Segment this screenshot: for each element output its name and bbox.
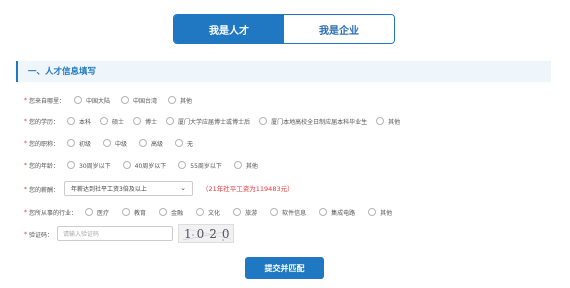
radio-circle[interactable] [196, 208, 205, 216]
radio-industry-other[interactable]: 其他 [368, 208, 392, 217]
radio-circle[interactable] [139, 139, 148, 147]
radio-industry-finance[interactable]: 金融 [159, 208, 183, 217]
radio-circle[interactable] [376, 117, 385, 125]
radio-edu-master[interactable]: 硕士 [100, 117, 124, 126]
captcha-code: 1020 [184, 227, 235, 241]
radio-circle[interactable] [233, 208, 242, 216]
radio-circle[interactable] [122, 208, 131, 216]
radio-circle[interactable] [259, 117, 268, 125]
radio-industry-software[interactable]: 软件信息 [270, 208, 306, 217]
radio-industry-tourism[interactable]: 旅游 [233, 208, 257, 217]
radio-edu-phd[interactable]: 博士 [133, 117, 157, 126]
radio-title-mid[interactable]: 中级 [103, 139, 127, 148]
origin-options: 中国大陆 中国台湾 其他 [74, 96, 200, 105]
radio-circle[interactable] [74, 96, 82, 104]
radio-industry-ic[interactable]: 集成电路 [319, 208, 355, 217]
salary-select[interactable]: 年薪达到社平工资3倍及以上 ⌄ [64, 181, 193, 196]
industry-options: 医疗 教育 金融 文化 旅游 软件信息 集成电路 其他 [85, 208, 400, 217]
radio-circle[interactable] [103, 139, 112, 147]
industry-label: * 您所从事的行业： [24, 208, 78, 217]
tab-enterprise[interactable]: 我是企业 [284, 15, 394, 43]
captcha-label: * 验证码： [24, 230, 54, 239]
radio-edu-local-grad[interactable]: 厦门本地高校全日制应届本科毕业生 [259, 117, 367, 126]
title-label: * 您的职称： [24, 139, 60, 148]
radio-circle[interactable] [121, 96, 130, 104]
radio-edu-other[interactable]: 其他 [376, 117, 400, 126]
radio-title-senior[interactable]: 高级 [139, 139, 163, 148]
age-options: 30周岁以下 40周岁以下 55周岁以下 其他 [67, 161, 266, 170]
salary-select-value: 年薪达到社平工资3倍及以上 [71, 186, 147, 193]
radio-origin-taiwan[interactable]: 中国台湾 [121, 96, 157, 105]
radio-circle[interactable] [175, 139, 184, 147]
education-label: * 您的学历： [24, 117, 60, 126]
radio-origin-mainland[interactable]: 中国大陆 [74, 96, 110, 105]
section-title: 一、人才信息填写 [28, 67, 97, 77]
radio-circle[interactable] [67, 117, 75, 125]
radio-circle[interactable] [168, 96, 177, 104]
user-type-tabs: 我是人才 我是企业 [173, 14, 395, 44]
title-options: 初级 中级 高级 无 [67, 139, 201, 148]
section-accent-bar [16, 61, 18, 82]
radio-circle[interactable] [67, 139, 75, 147]
radio-age-30[interactable]: 30周岁以下 [67, 161, 111, 170]
radio-industry-education[interactable]: 教育 [122, 208, 146, 217]
age-label: * 您的年龄： [24, 161, 60, 170]
captcha-image[interactable]: 1020 [178, 224, 234, 243]
radio-circle[interactable] [122, 161, 131, 169]
radio-circle[interactable] [133, 117, 142, 125]
submit-button[interactable]: 提交并匹配 [245, 257, 324, 279]
salary-note: （21年社平工资为119483元） [202, 185, 294, 193]
radio-edu-bachelor[interactable]: 本科 [67, 117, 91, 126]
radio-circle[interactable] [166, 117, 175, 125]
radio-origin-other[interactable]: 其他 [168, 96, 192, 105]
radio-age-55[interactable]: 55周岁以下 [178, 161, 222, 170]
radio-age-other[interactable]: 其他 [233, 161, 258, 170]
chevron-down-icon: ⌄ [180, 184, 186, 192]
captcha-input[interactable]: 请输入验证码 [57, 226, 173, 241]
radio-circle[interactable] [85, 208, 93, 216]
radio-circle[interactable] [319, 208, 328, 216]
radio-circle[interactable] [178, 161, 187, 169]
radio-title-junior[interactable]: 初级 [67, 139, 91, 148]
radio-circle[interactable] [233, 161, 242, 169]
education-options: 本科 硕士 博士 厦门大学应届博士或博士后 厦门本地高校全日制应届本科毕业生 其… [67, 117, 408, 126]
radio-circle[interactable] [368, 208, 377, 216]
radio-industry-medical[interactable]: 医疗 [85, 208, 109, 217]
radio-circle[interactable] [159, 208, 168, 216]
radio-circle[interactable] [100, 117, 109, 125]
radio-circle[interactable] [67, 161, 75, 169]
origin-label: * 您来自哪里： [24, 96, 66, 105]
salary-label: * 您的薪酬： [24, 185, 60, 194]
radio-title-none[interactable]: 无 [175, 139, 193, 148]
section-header: 一、人才信息填写 [16, 61, 551, 82]
radio-circle[interactable] [270, 208, 279, 216]
radio-industry-culture[interactable]: 文化 [196, 208, 220, 217]
radio-age-40[interactable]: 40周岁以下 [122, 161, 166, 170]
tab-talent[interactable]: 我是人才 [174, 15, 284, 43]
radio-edu-xmu-phd[interactable]: 厦门大学应届博士或博士后 [166, 117, 250, 126]
